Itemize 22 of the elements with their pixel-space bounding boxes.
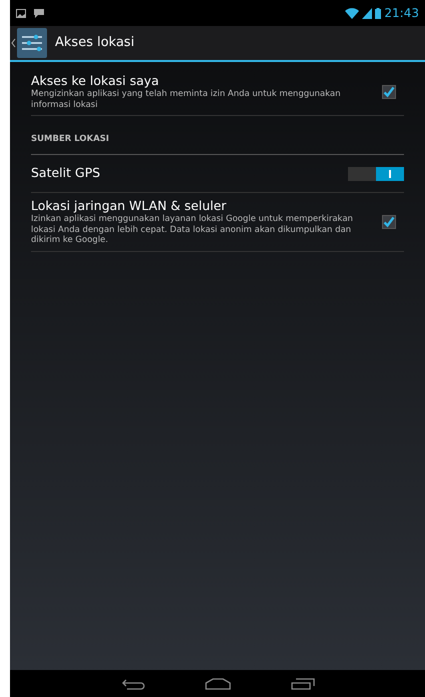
wifi-icon bbox=[345, 8, 360, 18]
setting-title: Lokasi jaringan WLAN & seluler bbox=[31, 198, 228, 214]
checkmark-icon bbox=[383, 216, 395, 228]
battery-icon bbox=[375, 8, 382, 18]
checkbox[interactable] bbox=[382, 84, 396, 98]
toggle-switch[interactable] bbox=[348, 166, 404, 180]
picture-notification-icon bbox=[16, 8, 26, 18]
setting-title: Satelit GPS bbox=[31, 164, 100, 182]
checkmark-icon bbox=[383, 86, 395, 98]
back-button[interactable] bbox=[120, 678, 144, 690]
status-time: 21:43 bbox=[384, 5, 419, 22]
chat-notification-icon bbox=[34, 8, 44, 18]
checkbox[interactable] bbox=[382, 214, 396, 229]
setting-summary: Mengizinkan aplikasi yang telah meminta izin Anda untuk menggunakan informasi lokasi bbox=[31, 89, 342, 110]
recent-apps-button[interactable] bbox=[290, 678, 314, 690]
screen-title: Akses lokasi bbox=[55, 34, 134, 52]
home-button[interactable] bbox=[204, 678, 230, 690]
back-caret-icon bbox=[11, 38, 16, 48]
section-header: SUMBER LOKASI bbox=[31, 134, 110, 144]
signal-icon bbox=[362, 8, 372, 18]
setting-summary: Izinkan aplikasi menggunakan layanan lokasi Google untuk memperkirakan lokasi Anda dengan lebih cepat. Data lokasi anonim akan dikumpulkan dan dikirim ke Google. bbox=[31, 214, 354, 246]
setting-title: Akses ke lokasi saya bbox=[31, 73, 160, 89]
